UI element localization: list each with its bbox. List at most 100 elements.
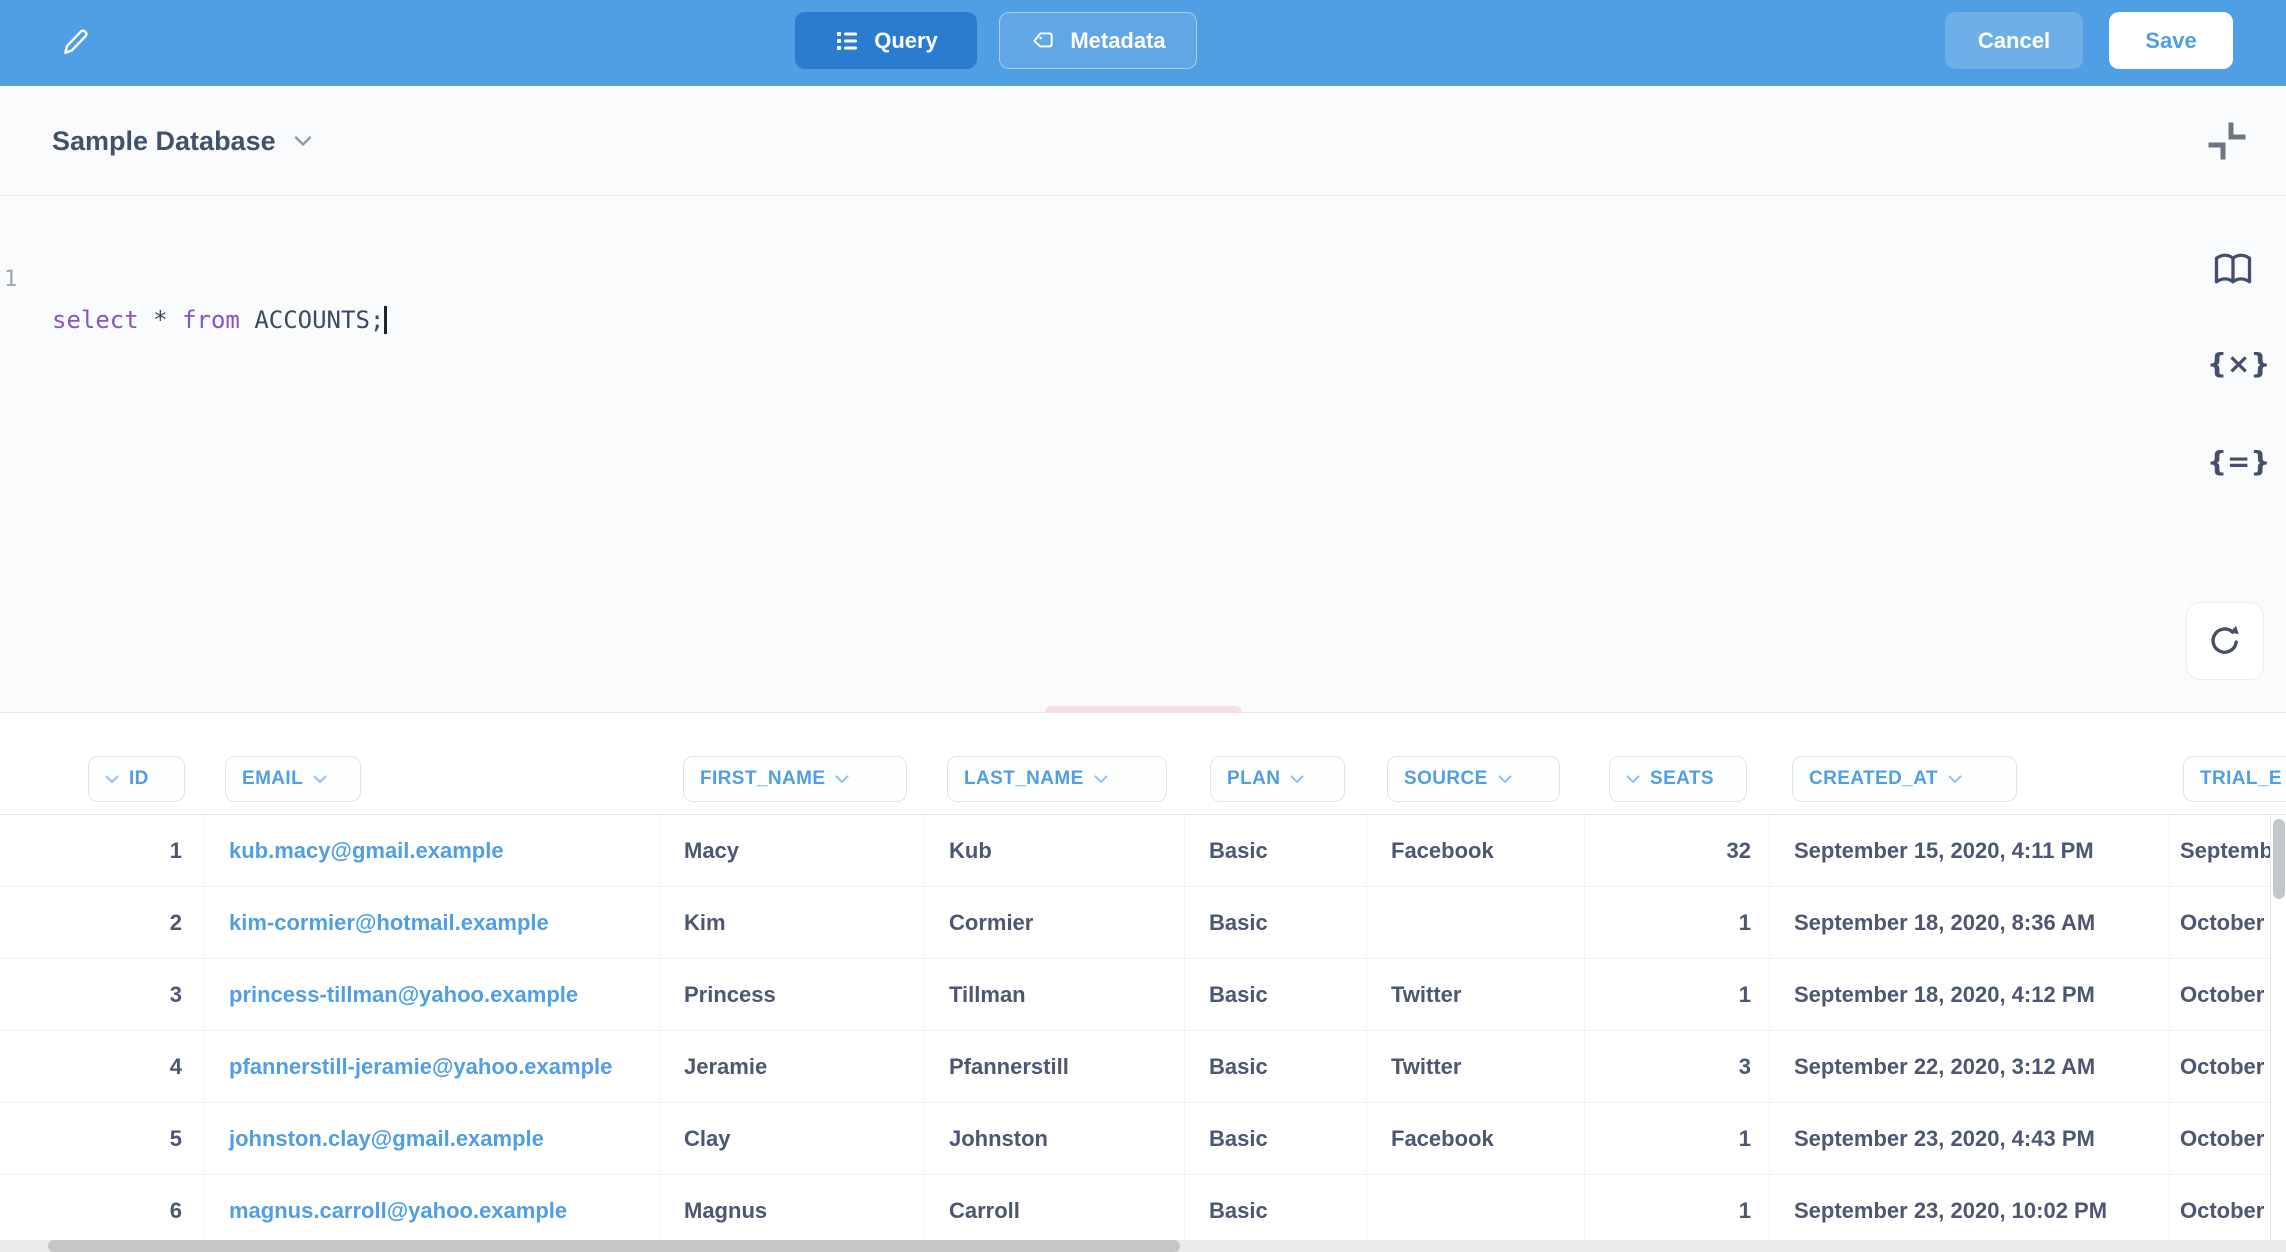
cell-last-name: Johnston [925,1103,1185,1175]
email-link[interactable]: kim-cormier@hotmail.example [205,887,660,959]
email-link[interactable]: magnus.carroll@yahoo.example [205,1175,660,1247]
tag-icon [1030,28,1056,54]
cell-trial-ends-at: October [2170,887,2270,959]
chevron-down-icon [294,135,312,147]
table-header: ID EMAIL FIRST_NAME LAST_NAME PLAN SOURC… [0,713,2286,815]
column-label: EMAIL [242,768,303,790]
native-query-editor: Query Metadata Cancel Save Sample Databa… [0,0,2286,1252]
refresh-icon [2206,622,2244,660]
snippets-button[interactable]: {=} [2207,436,2259,488]
data-reference-button[interactable] [2207,244,2259,296]
cell-id: 5 [0,1103,205,1175]
cell-plan: Basic [1185,815,1367,887]
query-results: ID EMAIL FIRST_NAME LAST_NAME PLAN SOURC… [0,713,2286,1252]
cell-first-name: Kim [660,887,925,959]
sql-editor[interactable]: 1 select * from ACCOUNTS; {×} {=} [0,196,2286,713]
cell-trial-ends-at: October [2170,959,2270,1031]
text-cursor [384,306,387,334]
cell-seats: 1 [1585,1103,1770,1175]
sql-table-name: ACCOUNTS; [254,306,384,334]
table-row: 1 kub.macy@gmail.example Macy Kub Basic … [0,815,2286,887]
cell-trial-ends-at: Septemb [2170,815,2270,887]
top-bar: Query Metadata Cancel Save [0,0,2286,86]
cell-source: Facebook [1367,815,1585,887]
cell-source: Facebook [1367,1103,1585,1175]
sql-keyword-select: select [52,306,153,334]
email-link[interactable]: johnston.clay@gmail.example [205,1103,660,1175]
database-picker[interactable]: Sample Database [52,86,312,196]
chevron-down-icon [1626,775,1640,784]
tab-metadata-label: Metadata [1070,28,1165,54]
collapse-editor-button[interactable] [2198,115,2250,167]
chevron-down-icon [1094,775,1108,784]
email-link[interactable]: kub.macy@gmail.example [205,815,660,887]
cell-id: 3 [0,959,205,1031]
column-header-source[interactable]: SOURCE [1387,756,1560,802]
chevron-down-icon [313,775,327,784]
tab-query[interactable]: Query [795,12,977,69]
cell-last-name: Cormier [925,887,1185,959]
cell-first-name: Magnus [660,1175,925,1247]
column-header-trial-ends-at[interactable]: TRIAL_E [2183,756,2286,802]
cell-plan: Basic [1185,1175,1367,1247]
cell-last-name: Tillman [925,959,1185,1031]
column-header-created-at[interactable]: CREATED_AT [1792,756,2017,802]
column-label: SOURCE [1404,768,1488,790]
cell-trial-ends-at: October [2170,1103,2270,1175]
column-header-first-name[interactable]: FIRST_NAME [683,756,907,802]
column-label: ID [129,768,149,790]
variables-button[interactable]: {×} [2207,338,2259,390]
cell-first-name: Princess [660,959,925,1031]
cell-last-name: Carroll [925,1175,1185,1247]
list-icon [834,28,860,54]
cell-plan: Basic [1185,1103,1367,1175]
sql-star: * [153,306,182,334]
snippets-icon: {=} [2207,445,2270,478]
email-link[interactable]: pfannerstill-jeramie@yahoo.example [205,1031,660,1103]
cell-seats: 1 [1585,1175,1770,1247]
column-header-last-name[interactable]: LAST_NAME [947,756,1167,802]
cell-trial-ends-at: October [2170,1175,2270,1247]
cell-seats: 1 [1585,887,1770,959]
edit-title-button[interactable] [52,24,88,60]
cell-id: 6 [0,1175,205,1247]
column-header-seats[interactable]: SEATS [1609,756,1747,802]
save-button[interactable]: Save [2109,12,2233,69]
table-row: 4 pfannerstill-jeramie@yahoo.example Jer… [0,1031,2286,1103]
column-header-plan[interactable]: PLAN [1210,756,1345,802]
cell-seats: 3 [1585,1031,1770,1103]
cell-last-name: Kub [925,815,1185,887]
cell-trial-ends-at: October [2170,1031,2270,1103]
cell-plan: Basic [1185,1031,1367,1103]
column-label: CREATED_AT [1809,768,1938,790]
horizontal-scrollbar-thumb[interactable] [48,1240,1180,1252]
tab-metadata[interactable]: Metadata [999,12,1197,69]
cell-id: 2 [0,887,205,959]
cell-last-name: Pfannerstill [925,1031,1185,1103]
column-label: FIRST_NAME [700,768,825,790]
cell-first-name: Macy [660,815,925,887]
chevron-down-icon [835,775,849,784]
database-row: Sample Database [0,86,2286,196]
table-row: 2 kim-cormier@hotmail.example Kim Cormie… [0,887,2286,959]
cancel-button[interactable]: Cancel [1945,12,2083,69]
cell-created-at: September 18, 2020, 8:36 AM [1770,887,2170,959]
email-link[interactable]: princess-tillman@yahoo.example [205,959,660,1031]
run-query-button[interactable] [2186,602,2264,680]
variables-icon: {×} [2207,347,2270,380]
table-row: 6 magnus.carroll@yahoo.example Magnus Ca… [0,1175,2286,1247]
vertical-scrollbar-thumb[interactable] [2273,819,2285,899]
column-header-email[interactable]: EMAIL [225,756,361,802]
cell-seats: 1 [1585,959,1770,1031]
column-header-id[interactable]: ID [88,756,185,802]
cell-created-at: September 18, 2020, 4:12 PM [1770,959,2170,1031]
cell-first-name: Jeramie [660,1031,925,1103]
column-label: SEATS [1650,768,1714,790]
chevron-down-icon [1290,775,1304,784]
cell-source: Twitter [1367,959,1585,1031]
cell-created-at: September 23, 2020, 4:43 PM [1770,1103,2170,1175]
cell-plan: Basic [1185,887,1367,959]
cell-created-at: September 15, 2020, 4:11 PM [1770,815,2170,887]
chevron-down-icon [1948,775,1962,784]
cell-created-at: September 23, 2020, 10:02 PM [1770,1175,2170,1247]
